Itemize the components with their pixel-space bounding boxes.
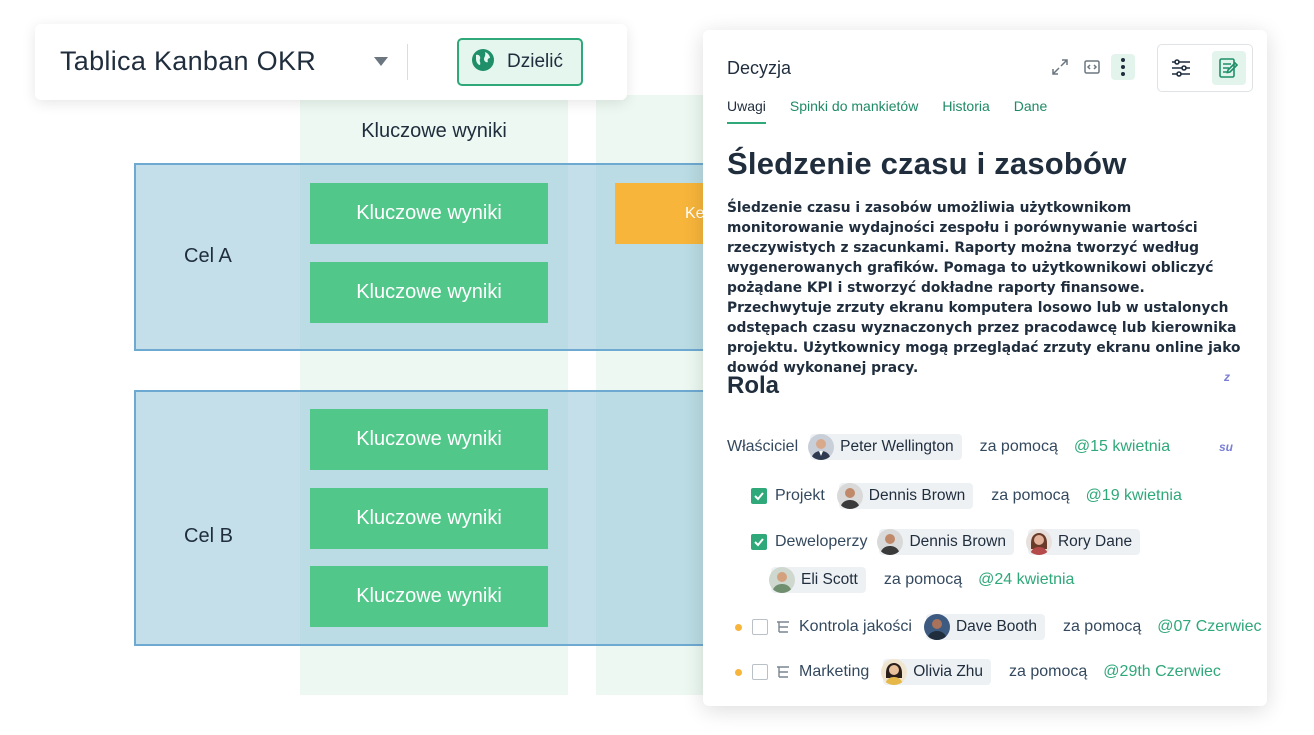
- person-name: Dave Booth: [955, 618, 1037, 635]
- role-label: Kontrola jakości: [799, 618, 912, 635]
- role-row-developers-cont: Eli Scott za pomocą @24 kwietnia: [769, 565, 1074, 595]
- person-chip[interactable]: Olivia Zhu: [881, 659, 992, 685]
- person-name: Olivia Zhu: [913, 663, 984, 680]
- status-dot: [735, 623, 742, 631]
- role-label: Deweloperzy: [775, 533, 868, 550]
- role-heading: Rola: [727, 372, 780, 399]
- role-row-marketing: Marketing Olivia Zhu za pomocą @29th Cze…: [735, 657, 1221, 687]
- role-row-project: Projekt Dennis Brown za pomocą @19 kwiet…: [751, 481, 1182, 511]
- via-label: za pomocą: [1062, 618, 1142, 635]
- person-name: Eli Scott: [801, 571, 858, 588]
- person-name: Rory Dane: [1057, 533, 1133, 550]
- person-name: Peter Wellington: [840, 438, 954, 455]
- key-result-card[interactable]: Kluczowe wyniki: [310, 488, 548, 549]
- via-label: za pomocą: [883, 571, 963, 588]
- board-toolbar: Tablica Kanban OKR Dzielić: [35, 24, 627, 100]
- divider: [407, 44, 408, 80]
- board-title[interactable]: Tablica Kanban OKR: [60, 46, 316, 77]
- share-button[interactable]: Dzielić: [457, 38, 583, 86]
- person-name: Dennis Brown: [868, 487, 966, 504]
- due-date[interactable]: @29th Czerwiec: [1103, 663, 1221, 681]
- avatar: [836, 483, 863, 509]
- key-result-card[interactable]: Kluczowe wyniki: [310, 409, 548, 470]
- chevron-down-icon[interactable]: [374, 57, 388, 66]
- collaborator-cursor: su: [1219, 440, 1234, 454]
- person-chip[interactable]: Dennis Brown: [836, 483, 974, 509]
- tab-uwagi[interactable]: Uwagi: [727, 98, 766, 124]
- checkbox-checked[interactable]: [751, 488, 767, 504]
- description-text: Śledzenie czasu i zasobów umożliwia użyt…: [727, 200, 1241, 376]
- panel-tabs: Uwagi Spinki do mankietów Historia Dane: [727, 98, 1047, 124]
- checkbox-unchecked[interactable]: [752, 619, 768, 635]
- column-header: Kluczowe wyniki: [361, 120, 507, 142]
- role-row-developers: Deweloperzy Dennis Brown Rory Dane: [751, 527, 1141, 557]
- role-label: Projekt: [775, 487, 825, 504]
- globe-icon: [471, 48, 495, 77]
- checkbox-checked[interactable]: [751, 534, 767, 550]
- content-title: Śledzenie czasu i zasobów: [727, 146, 1127, 181]
- detail-panel: Decyzja Uwagi Spinki do mankietów Histor…: [703, 30, 1267, 706]
- avatar: [769, 567, 795, 593]
- person-name: Dennis Brown: [909, 533, 1006, 550]
- person-chip[interactable]: Peter Wellington: [808, 434, 962, 460]
- person-chip[interactable]: Dave Booth: [923, 614, 1045, 640]
- panel-title: Decyzja: [727, 58, 792, 78]
- status-dot: [735, 668, 742, 676]
- role-label: Właściciel: [727, 438, 799, 455]
- avatar: [923, 614, 950, 640]
- role-row-qa: Kontrola jakości Dave Booth za pomocą @0…: [735, 612, 1262, 642]
- edit-note-icon[interactable]: [1212, 51, 1246, 85]
- more-options-icon[interactable]: [1111, 54, 1135, 80]
- key-result-card[interactable]: Kluczowe wyniki: [310, 183, 548, 244]
- goal-label-a: Cel A: [184, 245, 232, 267]
- checkbox-unchecked[interactable]: [752, 664, 768, 680]
- via-label: za pomocą: [991, 487, 1070, 504]
- avatar: [877, 529, 904, 555]
- subtask-icon: [776, 620, 790, 634]
- via-label: za pomocą: [1009, 663, 1088, 680]
- subtask-icon: [776, 665, 790, 679]
- person-chip[interactable]: Rory Dane: [1025, 529, 1141, 555]
- tab-dane[interactable]: Dane: [1014, 98, 1047, 124]
- expand-icon[interactable]: [1051, 58, 1069, 76]
- panel-toolbar: [1157, 44, 1253, 92]
- key-result-card[interactable]: Kluczowe wyniki: [310, 566, 548, 627]
- embed-icon[interactable]: [1083, 58, 1101, 76]
- avatar: [808, 434, 835, 460]
- person-chip[interactable]: Eli Scott: [769, 567, 866, 593]
- collaborator-cursor: z: [1224, 370, 1230, 384]
- share-label: Dzielić: [507, 51, 563, 72]
- due-date[interactable]: @07 Czerwiec: [1157, 618, 1261, 636]
- filters-icon[interactable]: [1164, 51, 1198, 85]
- avatar: [1025, 529, 1052, 555]
- person-chip[interactable]: Dennis Brown: [877, 529, 1014, 555]
- via-label: za pomocą: [979, 438, 1058, 455]
- avatar: [881, 659, 908, 685]
- tab-historia[interactable]: Historia: [942, 98, 989, 124]
- due-date[interactable]: @19 kwietnia: [1086, 487, 1182, 505]
- due-date[interactable]: @24 kwietnia: [978, 571, 1074, 589]
- tab-spinki[interactable]: Spinki do mankietów: [790, 98, 918, 124]
- key-result-card[interactable]: Kluczowe wyniki: [310, 262, 548, 323]
- due-date[interactable]: @15 kwietnia: [1074, 438, 1170, 456]
- goal-label-b: Cel B: [184, 525, 233, 547]
- role-row-owner: Właściciel Peter Wellington za pomocą @1…: [727, 432, 1170, 462]
- role-label: Marketing: [799, 663, 870, 680]
